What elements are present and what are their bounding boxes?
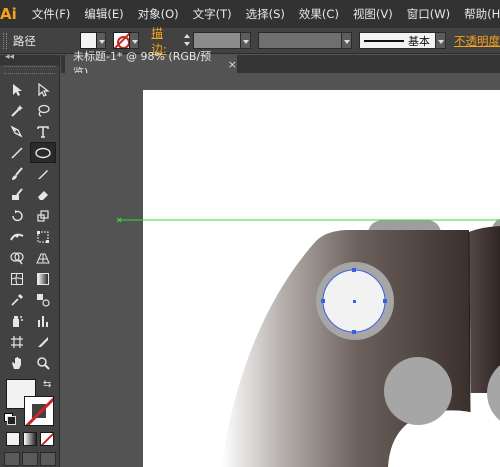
ellipse-tool-icon[interactable]: [30, 142, 56, 163]
color-mode-button[interactable]: [6, 432, 20, 446]
document-tab[interactable]: 未标题-1* @ 98% (RGB/预览) ×: [65, 50, 237, 79]
paintbrush-tool-icon[interactable]: [4, 163, 30, 184]
center-point: [353, 300, 356, 303]
column-graph-tool-icon[interactable]: [30, 310, 56, 331]
width-tool-icon[interactable]: [4, 226, 30, 247]
hand-tool-icon[interactable]: [4, 352, 30, 373]
gradient-mode-button[interactable]: [23, 432, 37, 446]
brush-dropdown[interactable]: [436, 32, 446, 49]
close-tab-icon[interactable]: ×: [228, 58, 237, 71]
color-controls: ⇆: [4, 379, 56, 429]
pen-tool-icon[interactable]: [4, 121, 30, 142]
screen-mode-button[interactable]: [40, 452, 56, 466]
swap-fill-stroke-icon[interactable]: ⇆: [43, 379, 51, 390]
anchor-point-bottom: [352, 330, 356, 334]
anchor-point-top: [352, 268, 356, 272]
artboard-tool-icon[interactable]: [4, 331, 30, 352]
pencil-tool-icon[interactable]: [30, 163, 56, 184]
tools-panel: ◂◂ ⇆: [0, 52, 60, 467]
magic-wand-tool-icon[interactable]: [4, 100, 30, 121]
screen-mode-row: [4, 452, 56, 466]
right-button: [384, 357, 452, 425]
stroke-weight-dropdown[interactable]: [240, 32, 251, 49]
draw-mode-button[interactable]: [4, 452, 20, 466]
tools-panel-header[interactable]: ◂◂: [0, 52, 59, 65]
zoom-tool-icon[interactable]: [30, 352, 56, 373]
stroke-color-box[interactable]: [24, 396, 54, 426]
menu-select[interactable]: 选择(S): [239, 0, 292, 28]
eraser-tool-icon[interactable]: [30, 184, 56, 205]
scale-tool-icon[interactable]: [30, 205, 56, 226]
menu-window[interactable]: 窗口(W): [400, 0, 457, 28]
brush-label: 基本: [408, 34, 430, 48]
menu-items: 文件(F) 编辑(E) 对象(O) 文字(T) 选择(S) 效果(C) 视图(V…: [25, 0, 500, 28]
blob-brush-tool-icon[interactable]: [4, 184, 30, 205]
stroke-color-inner: [32, 404, 46, 418]
app-logo: Ai: [0, 5, 17, 23]
color-mode-row: [6, 432, 54, 446]
shape-builder-tool-icon[interactable]: [4, 247, 30, 268]
slice-tool-icon[interactable]: [30, 331, 56, 352]
eyedropper-tool-icon[interactable]: [4, 289, 30, 310]
brush-definition[interactable]: 基本: [359, 32, 437, 49]
menu-type[interactable]: 文字(T): [186, 0, 239, 28]
none-mode-button[interactable]: [40, 432, 54, 446]
gradient-tool-icon[interactable]: [30, 268, 56, 289]
drawing-mode-button[interactable]: [22, 452, 38, 466]
lasso-tool-icon[interactable]: [30, 100, 56, 121]
symbol-sprayer-tool-icon[interactable]: [4, 310, 30, 331]
tool-grid: [0, 75, 59, 373]
collapse-panel-icon[interactable]: ◂◂: [5, 52, 14, 62]
line-tool-icon[interactable]: [4, 142, 30, 163]
perspective-grid-tool-icon[interactable]: [30, 247, 56, 268]
anchor-point-left: [321, 299, 325, 303]
blend-tool-icon[interactable]: [30, 289, 56, 310]
menu-view[interactable]: 视图(V): [346, 0, 400, 28]
selected-object-label: 路径: [12, 33, 36, 48]
stroke-weight-input[interactable]: [192, 32, 241, 49]
artwork[interactable]: [61, 73, 500, 467]
type-tool-icon[interactable]: [30, 121, 56, 142]
selection-tool-icon[interactable]: [4, 79, 30, 100]
free-transform-tool-icon[interactable]: [30, 226, 56, 247]
controller-body-right: [469, 226, 500, 393]
profile-dropdown[interactable]: [342, 32, 352, 49]
default-fill-stroke-icon[interactable]: [4, 413, 16, 425]
opacity-label[interactable]: 不透明度: [454, 33, 500, 49]
control-bar-grip[interactable]: [3, 32, 7, 49]
brush-line-preview: [364, 39, 404, 42]
menu-bar: Ai 文件(F) 编辑(E) 对象(O) 文字(T) 选择(S) 效果(C) 视…: [0, 0, 500, 28]
stroke-swatch[interactable]: [113, 32, 130, 49]
menu-effect[interactable]: 效果(C): [292, 0, 346, 28]
rotate-tool-icon[interactable]: [4, 205, 30, 226]
mesh-tool-icon[interactable]: [4, 268, 30, 289]
direct-selection-tool-icon[interactable]: [30, 79, 56, 100]
variable-width-profile[interactable]: [257, 32, 343, 49]
tools-panel-grip[interactable]: [4, 66, 55, 74]
menu-edit[interactable]: 编辑(E): [77, 0, 130, 28]
canvas-area[interactable]: [61, 73, 500, 467]
anchor-point-right: [383, 299, 387, 303]
fill-swatch[interactable]: [80, 32, 97, 49]
stroke-dropdown[interactable]: [129, 32, 140, 49]
menu-help[interactable]: 帮助(H): [457, 0, 500, 28]
menu-file[interactable]: 文件(F): [25, 0, 78, 28]
fill-dropdown[interactable]: [96, 32, 107, 49]
document-tab-bar: 未标题-1* @ 98% (RGB/预览) ×: [61, 50, 500, 79]
stroke-weight-spinner[interactable]: [182, 32, 193, 49]
